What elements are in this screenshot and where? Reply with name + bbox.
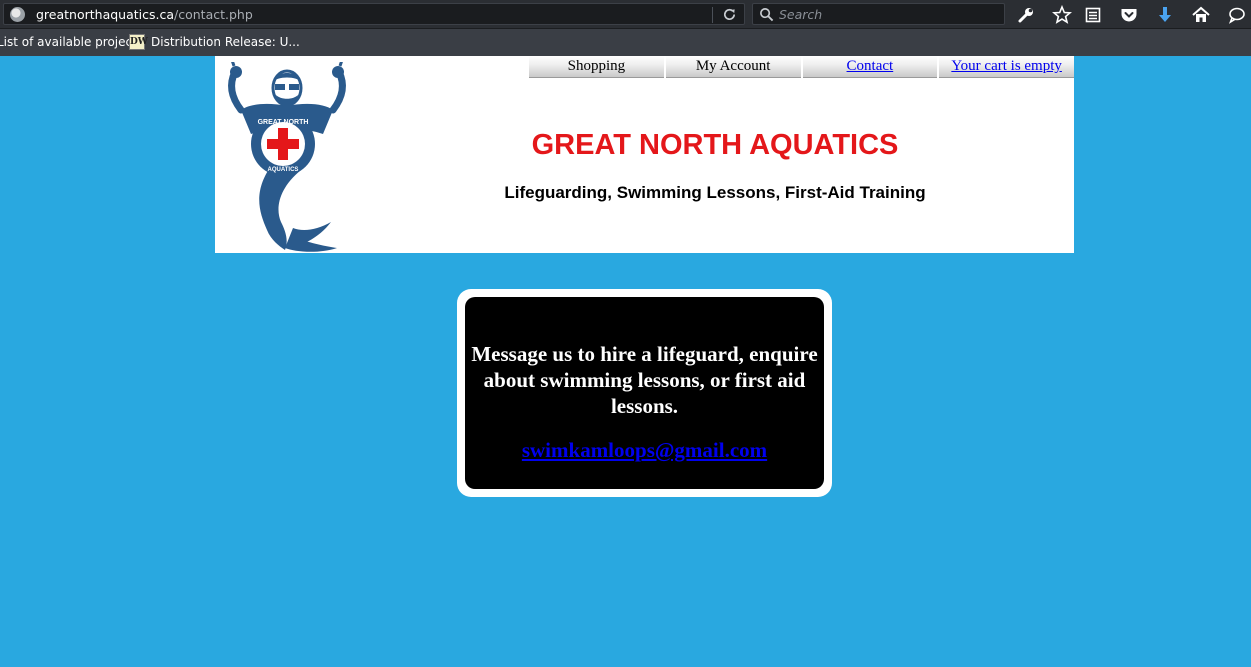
contact-box: Message us to hire a lifeguard, enquire … <box>457 289 832 497</box>
wrench-icon[interactable] <box>1016 5 1036 25</box>
mermaid-lifeguard-logo: GREAT NORTH AQUATICS <box>228 62 346 252</box>
browser-toolbar: greatnorthaquatics.ca/contact.php Search <box>0 0 1251 29</box>
top-nav: Shopping My Account Contact Your cart is… <box>529 56 1074 78</box>
contact-box-inner: Message us to hire a lifeguard, enquire … <box>465 297 824 489</box>
download-icon[interactable] <box>1155 5 1175 25</box>
contact-email-link[interactable]: swimkamloops@gmail.com <box>465 438 824 463</box>
url-text[interactable]: greatnorthaquatics.ca/contact.php <box>36 7 253 22</box>
star-icon[interactable] <box>1052 5 1072 25</box>
site-identity-icon[interactable] <box>10 7 25 22</box>
reader-list-icon[interactable] <box>1083 5 1103 25</box>
address-bar-divider <box>712 7 713 23</box>
logo-text-top: GREAT NORTH <box>258 119 309 126</box>
search-bar[interactable]: Search <box>752 3 1005 25</box>
logo-text-bottom: AQUATICS <box>268 167 299 173</box>
site-header: GREAT NORTH AQUATICS Shopping My Account… <box>215 56 1074 253</box>
bookmark-favicon-icon: DW <box>129 34 148 50</box>
url-domain: greatnorthaquatics.ca <box>36 7 175 22</box>
reload-icon[interactable] <box>722 7 737 22</box>
url-path: /contact.php <box>174 7 253 22</box>
site-title: GREAT NORTH AQUATICS <box>531 129 899 161</box>
search-icon <box>760 8 774 22</box>
nav-contact-link[interactable]: Contact <box>802 56 938 78</box>
home-icon[interactable] <box>1191 5 1211 25</box>
address-bar[interactable]: greatnorthaquatics.ca/contact.php <box>3 3 745 25</box>
nav-cart-link[interactable]: Your cart is empty <box>939 56 1074 78</box>
nav-my-account[interactable]: My Account <box>665 56 801 78</box>
site-subtitle: Lifeguarding, Swimming Lessons, First-Ai… <box>504 183 926 202</box>
bookmark-item[interactable]: Distribution Release: U... <box>151 35 300 49</box>
search-placeholder: Search <box>779 7 823 22</box>
chat-icon[interactable] <box>1227 5 1247 25</box>
pocket-icon[interactable] <box>1119 5 1139 25</box>
bookmarks-toolbar: List of available projec... DW Distribut… <box>0 29 1251 56</box>
contact-message: Message us to hire a lifeguard, enquire … <box>471 342 818 418</box>
nav-shopping[interactable]: Shopping <box>529 56 664 78</box>
bookmark-item[interactable]: List of available projec... <box>0 35 144 49</box>
